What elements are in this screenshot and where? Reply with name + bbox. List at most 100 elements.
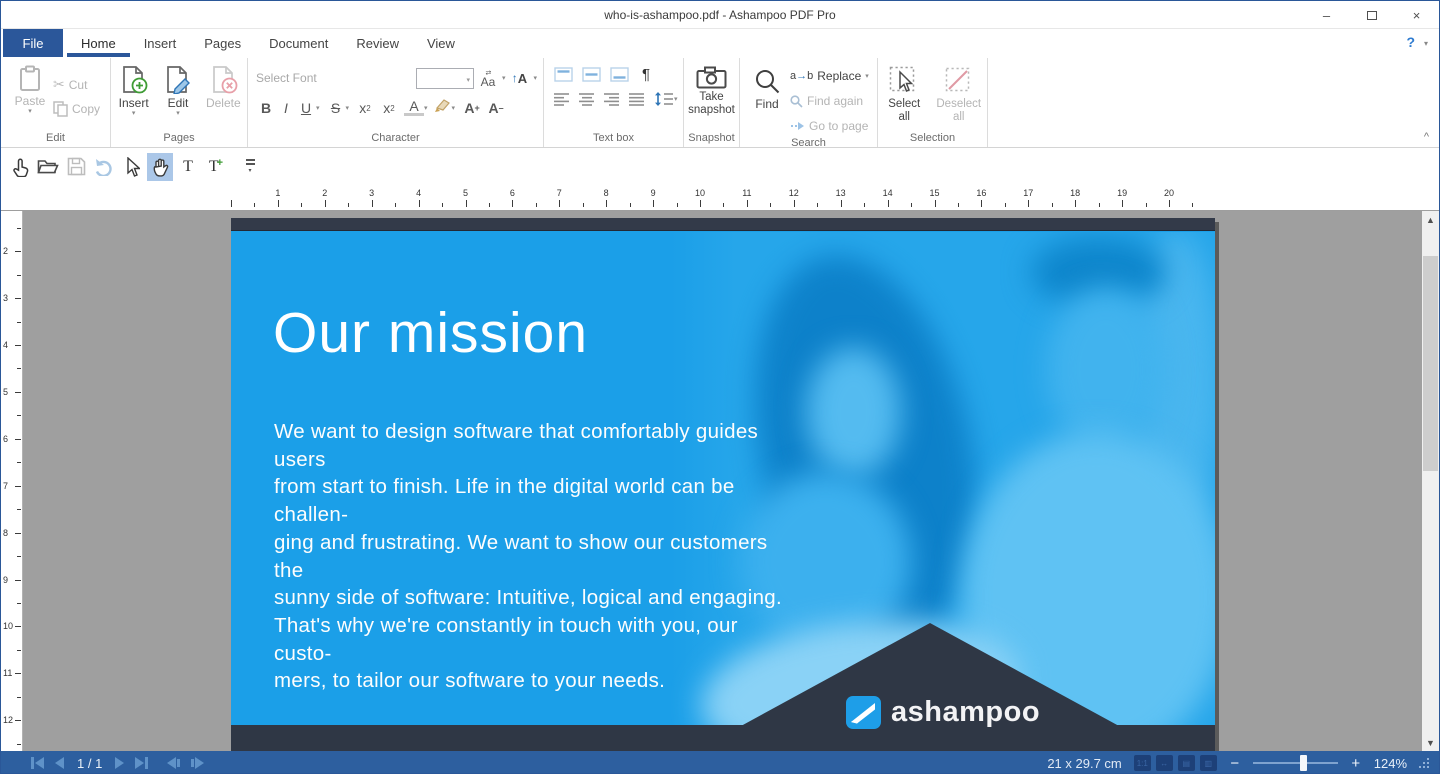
strikethrough-button[interactable]: S bbox=[326, 100, 346, 116]
single-page-view-button[interactable]: ▤ bbox=[1177, 755, 1195, 771]
insert-page-button[interactable]: Insert ▾ bbox=[113, 62, 155, 131]
copy-icon bbox=[53, 100, 68, 117]
valign-middle-button[interactable] bbox=[582, 67, 601, 82]
zoom-in-button[interactable]: + bbox=[1350, 755, 1362, 772]
grow-font-button[interactable]: A + bbox=[462, 100, 482, 116]
previous-page-button[interactable] bbox=[55, 757, 64, 769]
toolbar-overflow-button[interactable]: ▾ bbox=[237, 153, 263, 181]
text-tool-button[interactable]: T bbox=[175, 153, 201, 181]
maximize-button[interactable] bbox=[1349, 1, 1394, 29]
font-size-combobox[interactable]: ▾ bbox=[415, 67, 474, 89]
subscript-button[interactable]: x2 bbox=[355, 100, 375, 116]
view-back-button[interactable] bbox=[167, 757, 181, 769]
font-color-caret[interactable]: ▾ bbox=[424, 105, 428, 112]
last-page-button[interactable] bbox=[135, 757, 149, 769]
copy-button[interactable]: Copy bbox=[53, 99, 100, 119]
minimize-button[interactable]: – bbox=[1304, 1, 1349, 29]
page-navigation: 1 / 1 bbox=[31, 751, 205, 773]
add-text-tool-button[interactable]: T + bbox=[203, 153, 229, 181]
change-case-button[interactable]: ⇄ Aa bbox=[478, 70, 498, 88]
help-dropdown-caret[interactable]: ▾ bbox=[1424, 39, 1428, 48]
underline-button[interactable]: U bbox=[296, 100, 316, 116]
take-snapshot-button[interactable]: Take snapshot bbox=[684, 58, 739, 131]
character-group-label: Character bbox=[371, 132, 420, 144]
insert-page-dropdown-caret[interactable]: ▾ bbox=[132, 110, 136, 117]
paste-button[interactable]: Paste ▾ bbox=[7, 62, 53, 131]
find-again-button[interactable]: Find again bbox=[790, 91, 869, 111]
zoom-actual-size-button[interactable]: 1:1 bbox=[1133, 755, 1151, 771]
change-case-caret[interactable]: ▾ bbox=[502, 75, 506, 82]
font-size-caret[interactable]: ▾ bbox=[466, 76, 470, 84]
edit-page-dropdown-caret[interactable]: ▾ bbox=[176, 110, 180, 117]
resize-grip[interactable] bbox=[1419, 758, 1429, 768]
tab-file[interactable]: File bbox=[3, 29, 63, 57]
open-button[interactable] bbox=[35, 153, 61, 181]
select-all-button[interactable]: Select all bbox=[880, 63, 928, 131]
italic-button[interactable]: I bbox=[276, 100, 296, 116]
edit-page-button[interactable]: Edit ▾ bbox=[158, 62, 198, 131]
textbox-group-label: Text box bbox=[593, 132, 634, 144]
valign-bottom-button[interactable] bbox=[610, 67, 629, 82]
replace-caret[interactable]: ▾ bbox=[865, 73, 869, 80]
vertical-scrollbar[interactable]: ▲ ▼ bbox=[1422, 211, 1439, 751]
touch-mode-button[interactable] bbox=[7, 153, 33, 181]
strikethrough-caret[interactable]: ▾ bbox=[346, 105, 350, 112]
ribbon-group-edit: Paste ▾ ✂ Cut Copy Edit bbox=[1, 58, 111, 147]
tab-view[interactable]: View bbox=[413, 29, 469, 57]
next-page-button[interactable] bbox=[115, 757, 125, 769]
valign-top-button[interactable] bbox=[554, 67, 573, 82]
help-button[interactable]: ? bbox=[1406, 34, 1415, 50]
superscript-button[interactable]: x2 bbox=[379, 100, 399, 116]
font-color-button[interactable]: A bbox=[404, 99, 425, 116]
align-left-button[interactable] bbox=[554, 92, 570, 106]
tab-document[interactable]: Document bbox=[255, 29, 342, 57]
font-name-combobox[interactable]: Select Font bbox=[256, 71, 317, 85]
status-bar: 1 / 1 21 x 29.7 cm 1:1 ↔ ▤ ▥ − + 124% bbox=[1, 751, 1439, 773]
tab-pages[interactable]: Pages bbox=[190, 29, 255, 57]
underline-caret[interactable]: ▾ bbox=[316, 105, 320, 112]
replace-button[interactable]: a→b Replace ▾ bbox=[790, 66, 869, 86]
clipboard-icon bbox=[20, 65, 40, 91]
page-edit-icon bbox=[167, 66, 191, 94]
go-to-page-button[interactable]: Go to page bbox=[790, 116, 869, 136]
highlight-caret[interactable]: ▾ bbox=[452, 105, 456, 112]
select-tool-button[interactable] bbox=[119, 153, 145, 181]
pan-tool-button[interactable] bbox=[147, 152, 173, 181]
ribbon: Paste ▾ ✂ Cut Copy Edit Insert ▾ Edit ▾ … bbox=[1, 58, 1439, 149]
paste-dropdown-caret[interactable]: ▾ bbox=[28, 108, 32, 115]
body-line: mers, to tailor our software to your nee… bbox=[274, 669, 666, 693]
text-direction-caret[interactable]: ▾ bbox=[533, 75, 537, 82]
scroll-down-arrow[interactable]: ▼ bbox=[1422, 734, 1439, 751]
deselect-all-button[interactable]: Deselect all bbox=[933, 63, 985, 131]
fit-width-button[interactable]: ↔ bbox=[1155, 755, 1173, 771]
collapse-ribbon-button[interactable]: ^ bbox=[1424, 131, 1429, 143]
delete-page-button[interactable]: Delete bbox=[201, 62, 245, 131]
bold-button[interactable]: B bbox=[256, 100, 276, 116]
find-button[interactable]: Find bbox=[744, 62, 790, 136]
save-button[interactable] bbox=[63, 153, 89, 181]
pilcrow-button[interactable]: ¶ bbox=[642, 66, 650, 83]
align-right-button[interactable] bbox=[604, 92, 620, 106]
shrink-font-button[interactable]: A – bbox=[486, 100, 506, 116]
scrollbar-thumb[interactable] bbox=[1423, 256, 1438, 471]
view-forward-button[interactable] bbox=[191, 757, 205, 769]
tab-review[interactable]: Review bbox=[342, 29, 413, 57]
scroll-up-arrow[interactable]: ▲ bbox=[1422, 211, 1439, 228]
zoom-slider-handle[interactable] bbox=[1299, 755, 1307, 771]
zoom-slider[interactable] bbox=[1252, 755, 1338, 771]
line-spacing-caret[interactable]: ▾ bbox=[674, 96, 678, 103]
highlight-button[interactable] bbox=[434, 98, 452, 118]
undo-button[interactable] bbox=[91, 153, 117, 181]
zoom-out-button[interactable]: − bbox=[1229, 755, 1241, 772]
cut-button[interactable]: ✂ Cut bbox=[53, 75, 100, 95]
two-page-view-button[interactable]: ▥ bbox=[1199, 755, 1217, 771]
first-page-button[interactable] bbox=[31, 757, 44, 769]
pdf-page[interactable]: Our mission We want to design software t… bbox=[231, 218, 1215, 751]
close-button[interactable]: × bbox=[1394, 1, 1439, 29]
align-justify-button[interactable] bbox=[629, 92, 645, 106]
text-direction-button[interactable]: ↑ A bbox=[509, 71, 529, 86]
tab-home[interactable]: Home bbox=[67, 29, 130, 57]
line-spacing-button[interactable]: ▾ bbox=[654, 92, 678, 106]
align-center-button[interactable] bbox=[579, 92, 595, 106]
tab-insert[interactable]: Insert bbox=[130, 29, 191, 57]
